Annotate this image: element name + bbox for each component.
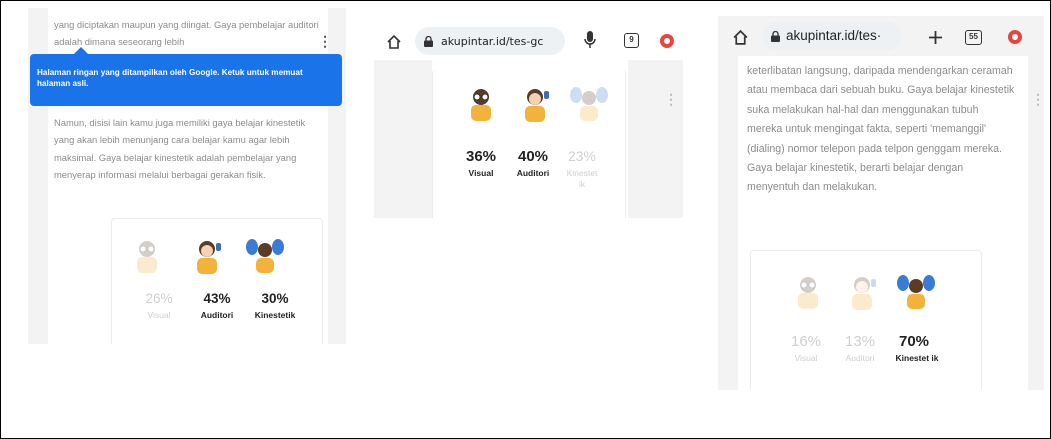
result-card: 26% 43% 30% Visual Auditori Kinestetik <box>111 218 323 344</box>
menu-dots-icon[interactable]: ⋮ <box>664 92 678 106</box>
auditori-label: Auditori <box>200 310 234 320</box>
record-icon[interactable] <box>660 34 674 48</box>
visual-label: Visual <box>147 310 171 320</box>
kinestetik-figure-icon <box>568 85 610 125</box>
mic-icon[interactable] <box>584 31 596 49</box>
url-text: akupintar.id/tes-gc <box>441 35 544 48</box>
result-card: 36% 40% 23% Visual Auditori Kinestet ik <box>432 70 626 218</box>
address-bar[interactable]: akupintar.id/tes· <box>762 22 902 50</box>
auditori-figure-icon <box>186 237 228 277</box>
kinestetik-percent: 23% <box>567 148 597 164</box>
paragraph-kinestetik: keterlibatan langsung, daripada mendenga… <box>747 65 1015 194</box>
visual-percent: 16% <box>790 333 822 350</box>
visual-label: Visual <box>794 353 818 363</box>
auditori-label: Auditori <box>845 353 875 363</box>
lite-page-tooltip[interactable]: Halaman ringan yang ditampilkan oleh Goo… <box>30 47 342 106</box>
kinestetik-label: Kinestet ik <box>895 353 939 363</box>
tabs-icon[interactable]: 9 <box>624 33 639 48</box>
screenshot-panel-3: akupintar.id/tes· 55 keterlibatan langsu… <box>718 16 1044 390</box>
visual-figure-icon <box>787 273 829 313</box>
menu-dots-icon[interactable]: ⋮ <box>318 34 332 48</box>
plus-icon[interactable] <box>928 30 943 45</box>
url-text: akupintar.id/tes· <box>786 28 882 43</box>
paragraph-auditori: yang diciptakan maupun yang diingat. Gay… <box>54 19 319 48</box>
kinestetik-percent: 30% <box>261 291 289 306</box>
auditori-figure-icon <box>514 85 556 125</box>
auditori-figure-icon <box>841 273 883 313</box>
browser-toolbar: akupintar.id/tes· 55 <box>718 16 1044 58</box>
tooltip-text: Halaman ringan yang ditampilkan oleh Goo… <box>37 68 303 88</box>
kinestetik-figure-icon <box>895 273 937 313</box>
lock-icon <box>771 31 780 42</box>
kinestetik-label: Kinestet ik <box>566 168 598 189</box>
visual-label: Visual <box>468 168 494 178</box>
auditori-label: Auditori <box>516 168 550 178</box>
kinestetik-figure-icon <box>244 237 286 277</box>
home-icon[interactable] <box>732 29 749 46</box>
visual-percent: 26% <box>145 291 173 306</box>
screenshot-panel-1: yang diciptakan maupun yang diingat. Gay… <box>28 8 346 344</box>
lock-icon <box>424 36 433 47</box>
screenshot-panel-2: akupintar.id/tes-gc 9 ⋮ 36% 40% 23% Visu… <box>374 22 683 218</box>
home-icon[interactable] <box>386 34 402 50</box>
address-bar[interactable]: akupintar.id/tes-gc <box>415 27 565 55</box>
auditori-percent: 13% <box>844 333 876 350</box>
record-icon[interactable] <box>1008 30 1022 44</box>
tabs-icon[interactable]: 55 <box>965 30 982 45</box>
visual-percent: 36% <box>465 148 497 165</box>
menu-dots-icon[interactable]: ⋮ <box>1031 92 1044 106</box>
visual-figure-icon <box>460 85 502 125</box>
browser-toolbar: akupintar.id/tes-gc 9 <box>374 22 683 60</box>
auditori-percent: 40% <box>517 148 549 165</box>
auditori-percent: 43% <box>203 291 231 306</box>
paragraph-kinestetik: Namun, disisi lain kamu juga memiliki ga… <box>54 117 306 180</box>
visual-figure-icon <box>126 237 168 277</box>
kinestetik-label: Kinestetik <box>254 310 296 320</box>
result-card: 16% 13% 70% Visual Auditori Kinestet ik <box>750 250 982 390</box>
kinestetik-percent: 70% <box>898 333 930 350</box>
